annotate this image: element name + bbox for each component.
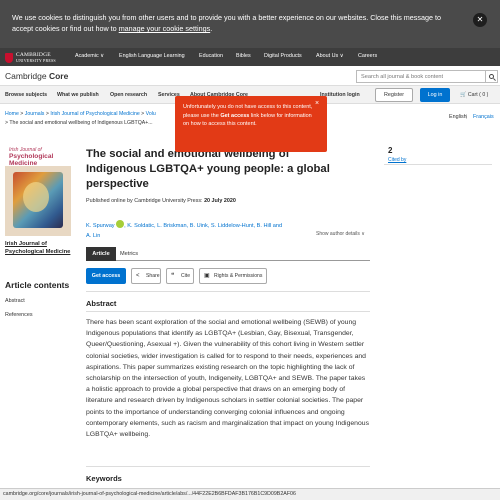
published-prefix: Published online by Cambridge University…: [86, 198, 203, 204]
breadcrumb-separator: >: [20, 111, 24, 117]
close-icon[interactable]: ✕: [473, 13, 487, 27]
share-label: Share: [146, 273, 160, 279]
cart-label: Cart ( 0 ): [467, 92, 489, 98]
rights-permissions-button[interactable]: ▣ Rights & Permissions: [199, 268, 267, 284]
breadcrumb-current: The social and emotional wellbeing of In…: [9, 120, 153, 126]
nav-what-we-publish[interactable]: What we publish: [57, 92, 99, 98]
rights-label: Rights & Permissions: [214, 273, 263, 279]
nav-education[interactable]: Education: [199, 53, 223, 59]
language-francais[interactable]: Français: [473, 114, 494, 120]
citation-count: 2: [388, 146, 393, 155]
breadcrumb-journals[interactable]: Journals: [25, 111, 45, 117]
language-english[interactable]: English: [449, 114, 467, 120]
cited-by-link[interactable]: Cited by: [388, 157, 438, 163]
nav-about-us[interactable]: About Us ∨: [316, 53, 344, 59]
rights-icon: ▣: [204, 273, 210, 279]
language-separator: |: [466, 114, 468, 120]
tab-article[interactable]: Article: [86, 247, 116, 261]
brand-prefix: Cambridge: [5, 71, 47, 81]
breadcrumb-separator: >: [5, 120, 9, 126]
search-icon[interactable]: [486, 70, 498, 83]
cart-link[interactable]: 🛒 Cart ( 0 ): [460, 92, 488, 98]
author-link[interactable]: A. Lin: [86, 233, 100, 239]
top-nav: CAMBRIDGE UNIVERSITY PRESS Academic ∨ En…: [0, 48, 500, 66]
nav-english-language-learning[interactable]: English Language Learning: [119, 53, 185, 59]
cookie-text-end: .: [210, 24, 213, 33]
cart-icon: 🛒: [460, 92, 467, 98]
cover-artwork-accent: [23, 182, 49, 212]
article-contents-abstract[interactable]: Abstract: [5, 298, 25, 304]
cookie-message: We use cookies to distinguish you from o…: [12, 12, 452, 34]
article-contents-references[interactable]: References: [5, 312, 33, 318]
access-alert-message: Unfortunately you do not have access to …: [183, 103, 318, 129]
journal-link[interactable]: Irish Journal of Psychological Medicine: [5, 240, 75, 256]
nav-digital-products[interactable]: Digital Products: [264, 53, 302, 59]
share-icon: <: [136, 273, 140, 279]
cookie-settings-link[interactable]: manage your cookie settings: [119, 24, 211, 33]
article-tabs: Article Metrics: [86, 247, 370, 261]
divider: [86, 311, 370, 312]
access-alert-popup: Unfortunately you do not have access to …: [175, 96, 327, 152]
nav-academic[interactable]: Academic ∨: [75, 53, 104, 59]
core-header: Cambridge Core Search all journal & book…: [0, 66, 500, 86]
divider: [384, 164, 492, 165]
author-list: K. Spurway , K. Soldatic, L. Briskman, B…: [86, 220, 316, 241]
breadcrumb-separator: >: [45, 111, 49, 117]
abstract-text: There has been scant exploration of the …: [86, 319, 370, 439]
breadcrumb-separator: >: [141, 111, 145, 117]
keywords-heading: Keywords: [86, 474, 122, 483]
cookie-text: We use cookies to distinguish you from o…: [12, 13, 441, 33]
cover-title-2: Psychological Medicine: [9, 153, 54, 167]
cambridge-shield-icon: [5, 52, 13, 63]
journal-cover[interactable]: Irish Journal of Psychological Medicine: [5, 144, 71, 236]
breadcrumb-journal[interactable]: Irish Journal of Psychological Medicine: [50, 111, 139, 117]
orcid-icon[interactable]: [116, 220, 125, 228]
nav-bibles[interactable]: Bibles: [236, 53, 251, 59]
article-contents-heading: Article contents: [5, 280, 70, 290]
get-access-button[interactable]: Get access: [86, 268, 126, 284]
cite-label: Cite: [181, 273, 191, 279]
breadcrumb-home[interactable]: Home: [5, 111, 19, 117]
alert-text-bold: Get access: [220, 112, 250, 119]
published-date: Published online by Cambridge University…: [86, 198, 236, 204]
share-button[interactable]: < Share: [131, 268, 161, 284]
cambridge-core-logo[interactable]: Cambridge Core: [5, 71, 68, 81]
cambridge-logo[interactable]: CAMBRIDGE UNIVERSITY PRESS: [5, 51, 56, 64]
author-links[interactable]: , K. Soldatic, L. Briskman, B. Uink, S. …: [124, 223, 282, 229]
logo-line-2: UNIVERSITY PRESS: [16, 57, 56, 63]
article-title: The social and emotional wellbeing of In…: [86, 148, 330, 190]
quote-icon: ❝: [171, 273, 175, 279]
nav-browse-subjects[interactable]: Browse subjects: [5, 92, 47, 98]
divider: [86, 466, 370, 467]
tab-metrics[interactable]: Metrics: [120, 251, 138, 257]
published-date-value: 20 July 2020: [204, 198, 236, 204]
search-input[interactable]: Search all journal & book content: [356, 70, 486, 83]
author-link[interactable]: K. Spurway: [86, 223, 115, 229]
nav-careers[interactable]: Careers: [358, 53, 377, 59]
register-button[interactable]: Register: [375, 88, 413, 102]
status-url: cambridge.org/core/journals/irish-journa…: [3, 491, 296, 497]
breadcrumb-volume[interactable]: Volu: [146, 111, 156, 117]
brand-suffix: Core: [48, 71, 69, 81]
logo-line-1: CAMBRIDGE: [16, 51, 51, 58]
abstract-heading: Abstract: [86, 299, 117, 308]
status-bar: cambridge.org/core/journals/irish-journa…: [0, 488, 500, 500]
divider: [86, 291, 370, 292]
citations-box: 2 Cited by: [388, 146, 438, 163]
cookie-banner: We use cookies to distinguish you from o…: [0, 0, 500, 48]
close-icon[interactable]: ×: [315, 100, 319, 107]
cite-button[interactable]: ❝ Cite: [166, 268, 194, 284]
login-button[interactable]: Log in: [420, 88, 450, 102]
nav-open-research[interactable]: Open research: [110, 92, 147, 98]
show-author-details[interactable]: Show author details ∨: [316, 231, 365, 237]
